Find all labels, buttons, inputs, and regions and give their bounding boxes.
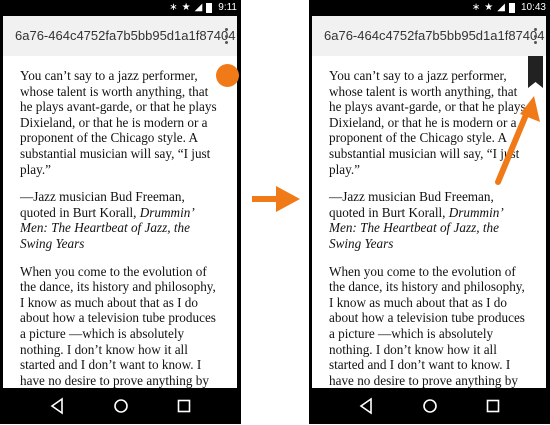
url-text[interactable]: 6a76-464c4752fa7b5bb95d1a1f87404 bbox=[324, 28, 545, 43]
article-attribution: —Jazz musician Bud Freeman, quoted in Bu… bbox=[329, 189, 529, 251]
page-content: You can’t say to a jazz performer, whose… bbox=[3, 56, 237, 388]
pointer-arrow-icon bbox=[495, 96, 540, 185]
phone-after: ∗ ★ ◢ 10:43 6a76-464c4752fa7b5bb95d1a1f8… bbox=[309, 0, 550, 424]
recents-icon[interactable] bbox=[174, 396, 194, 416]
bookmark-handle-icon[interactable] bbox=[528, 56, 543, 88]
drag-touch-indicator[interactable] bbox=[216, 64, 239, 87]
signal-icon: ◢ bbox=[497, 2, 505, 13]
article-paragraph: You can’t say to a jazz performer, whose… bbox=[20, 68, 217, 177]
url-bar[interactable]: 6a76-464c4752fa7b5bb95d1a1f87404 bbox=[3, 16, 237, 56]
url-text[interactable]: 6a76-464c4752fa7b5bb95d1a1f87404 bbox=[15, 28, 236, 43]
star-icon: ★ bbox=[181, 2, 191, 13]
star-icon: ★ bbox=[484, 2, 494, 13]
nav-bar bbox=[0, 388, 241, 424]
article-attribution: —Jazz musician Bud Freeman, quoted in Bu… bbox=[20, 189, 220, 251]
more-vert-icon[interactable] bbox=[532, 28, 538, 44]
url-bar[interactable]: 6a76-464c4752fa7b5bb95d1a1f87404 bbox=[312, 16, 546, 56]
nav-bar bbox=[309, 388, 550, 424]
bluetooth-icon: ∗ bbox=[169, 2, 178, 13]
article-paragraph: When you come to the evolution of the da… bbox=[20, 263, 216, 388]
recents-icon[interactable] bbox=[483, 396, 503, 416]
home-icon[interactable] bbox=[111, 396, 131, 416]
home-icon[interactable] bbox=[420, 396, 440, 416]
article-paragraph: When you come to the evolution of the da… bbox=[329, 263, 525, 388]
bluetooth-icon: ∗ bbox=[471, 2, 481, 13]
transition-arrow-icon bbox=[252, 186, 300, 212]
signal-icon: ◢ bbox=[194, 2, 203, 13]
phone-before: ∗ ★ ◢ 9:11 6a76-464c4752fa7b5bb95d1a1f87… bbox=[0, 0, 241, 424]
back-icon[interactable] bbox=[357, 396, 377, 416]
status-time: 10:43 bbox=[520, 2, 546, 13]
more-vert-icon[interactable] bbox=[223, 28, 229, 44]
battery-icon bbox=[206, 3, 213, 13]
status-bar: ∗ ★ ◢ 9:11 bbox=[0, 0, 241, 16]
back-icon[interactable] bbox=[48, 396, 68, 416]
article: You can’t say to a jazz performer, whose… bbox=[20, 68, 220, 388]
status-time: 9:11 bbox=[218, 2, 237, 13]
status-bar: ∗ ★ ◢ 10:43 bbox=[309, 0, 550, 16]
battery-icon bbox=[508, 3, 515, 13]
